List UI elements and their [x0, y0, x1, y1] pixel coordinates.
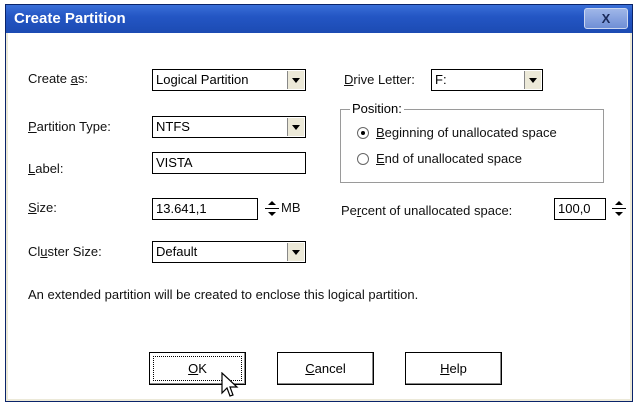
partition-type-label: Partition Type: — [28, 119, 111, 134]
percent-input[interactable]: 100,0 — [554, 198, 606, 220]
size-spinner[interactable] — [265, 198, 279, 220]
radio-beginning[interactable] — [357, 127, 369, 139]
dialog-body: Create as: Logical Partition Partition T… — [8, 33, 630, 399]
label-field-label: Label: — [28, 161, 64, 176]
cancel-button[interactable]: Cancel — [277, 352, 374, 385]
partition-type-value: NTFS — [156, 119, 190, 134]
chevron-down-icon[interactable] — [524, 71, 541, 89]
radio-beginning-label[interactable]: Beginning of unallocated space — [376, 125, 557, 140]
cluster-size-select[interactable]: Default — [152, 241, 306, 263]
create-as-label: Create as: — [28, 71, 88, 86]
window-title: Create Partition — [14, 10, 126, 27]
radio-end[interactable] — [357, 153, 369, 165]
chevron-down-icon[interactable] — [287, 243, 304, 261]
chevron-down-icon[interactable] — [287, 118, 304, 136]
close-button[interactable]: X — [584, 8, 628, 29]
label-input[interactable]: VISTA — [152, 152, 306, 174]
create-as-select[interactable]: Logical Partition — [152, 69, 306, 91]
create-partition-dialog: Create Partition X Create as: Logical Pa… — [5, 4, 633, 402]
size-input[interactable]: 13.641,1 — [152, 198, 258, 220]
help-button[interactable]: Help — [405, 352, 502, 385]
drive-letter-select[interactable]: F: — [431, 69, 543, 91]
drive-letter-value: F: — [435, 72, 447, 87]
mouse-cursor-icon — [221, 372, 239, 397]
percent-label: Percent of unallocated space: — [341, 203, 513, 218]
spin-down-icon[interactable] — [612, 209, 626, 220]
cluster-size-label: Cluster Size: — [28, 244, 102, 259]
cluster-size-value: Default — [156, 244, 198, 259]
drive-letter-label: Drive Letter: — [344, 72, 415, 87]
close-icon: X — [601, 11, 611, 26]
position-groupbox — [340, 109, 604, 183]
spin-down-icon[interactable] — [265, 209, 279, 220]
chevron-down-icon[interactable] — [287, 71, 304, 89]
create-as-value: Logical Partition — [156, 72, 249, 87]
size-label: Size: — [28, 200, 57, 215]
title-bar[interactable]: Create Partition X — [6, 5, 632, 33]
info-text: An extended partition will be created to… — [28, 287, 419, 302]
partition-type-select[interactable]: NTFS — [152, 116, 306, 138]
size-unit: MB — [281, 200, 301, 215]
radio-end-label[interactable]: End of unallocated space — [376, 151, 522, 166]
percent-spinner[interactable] — [612, 198, 626, 220]
position-group-label: Position: — [350, 101, 404, 116]
